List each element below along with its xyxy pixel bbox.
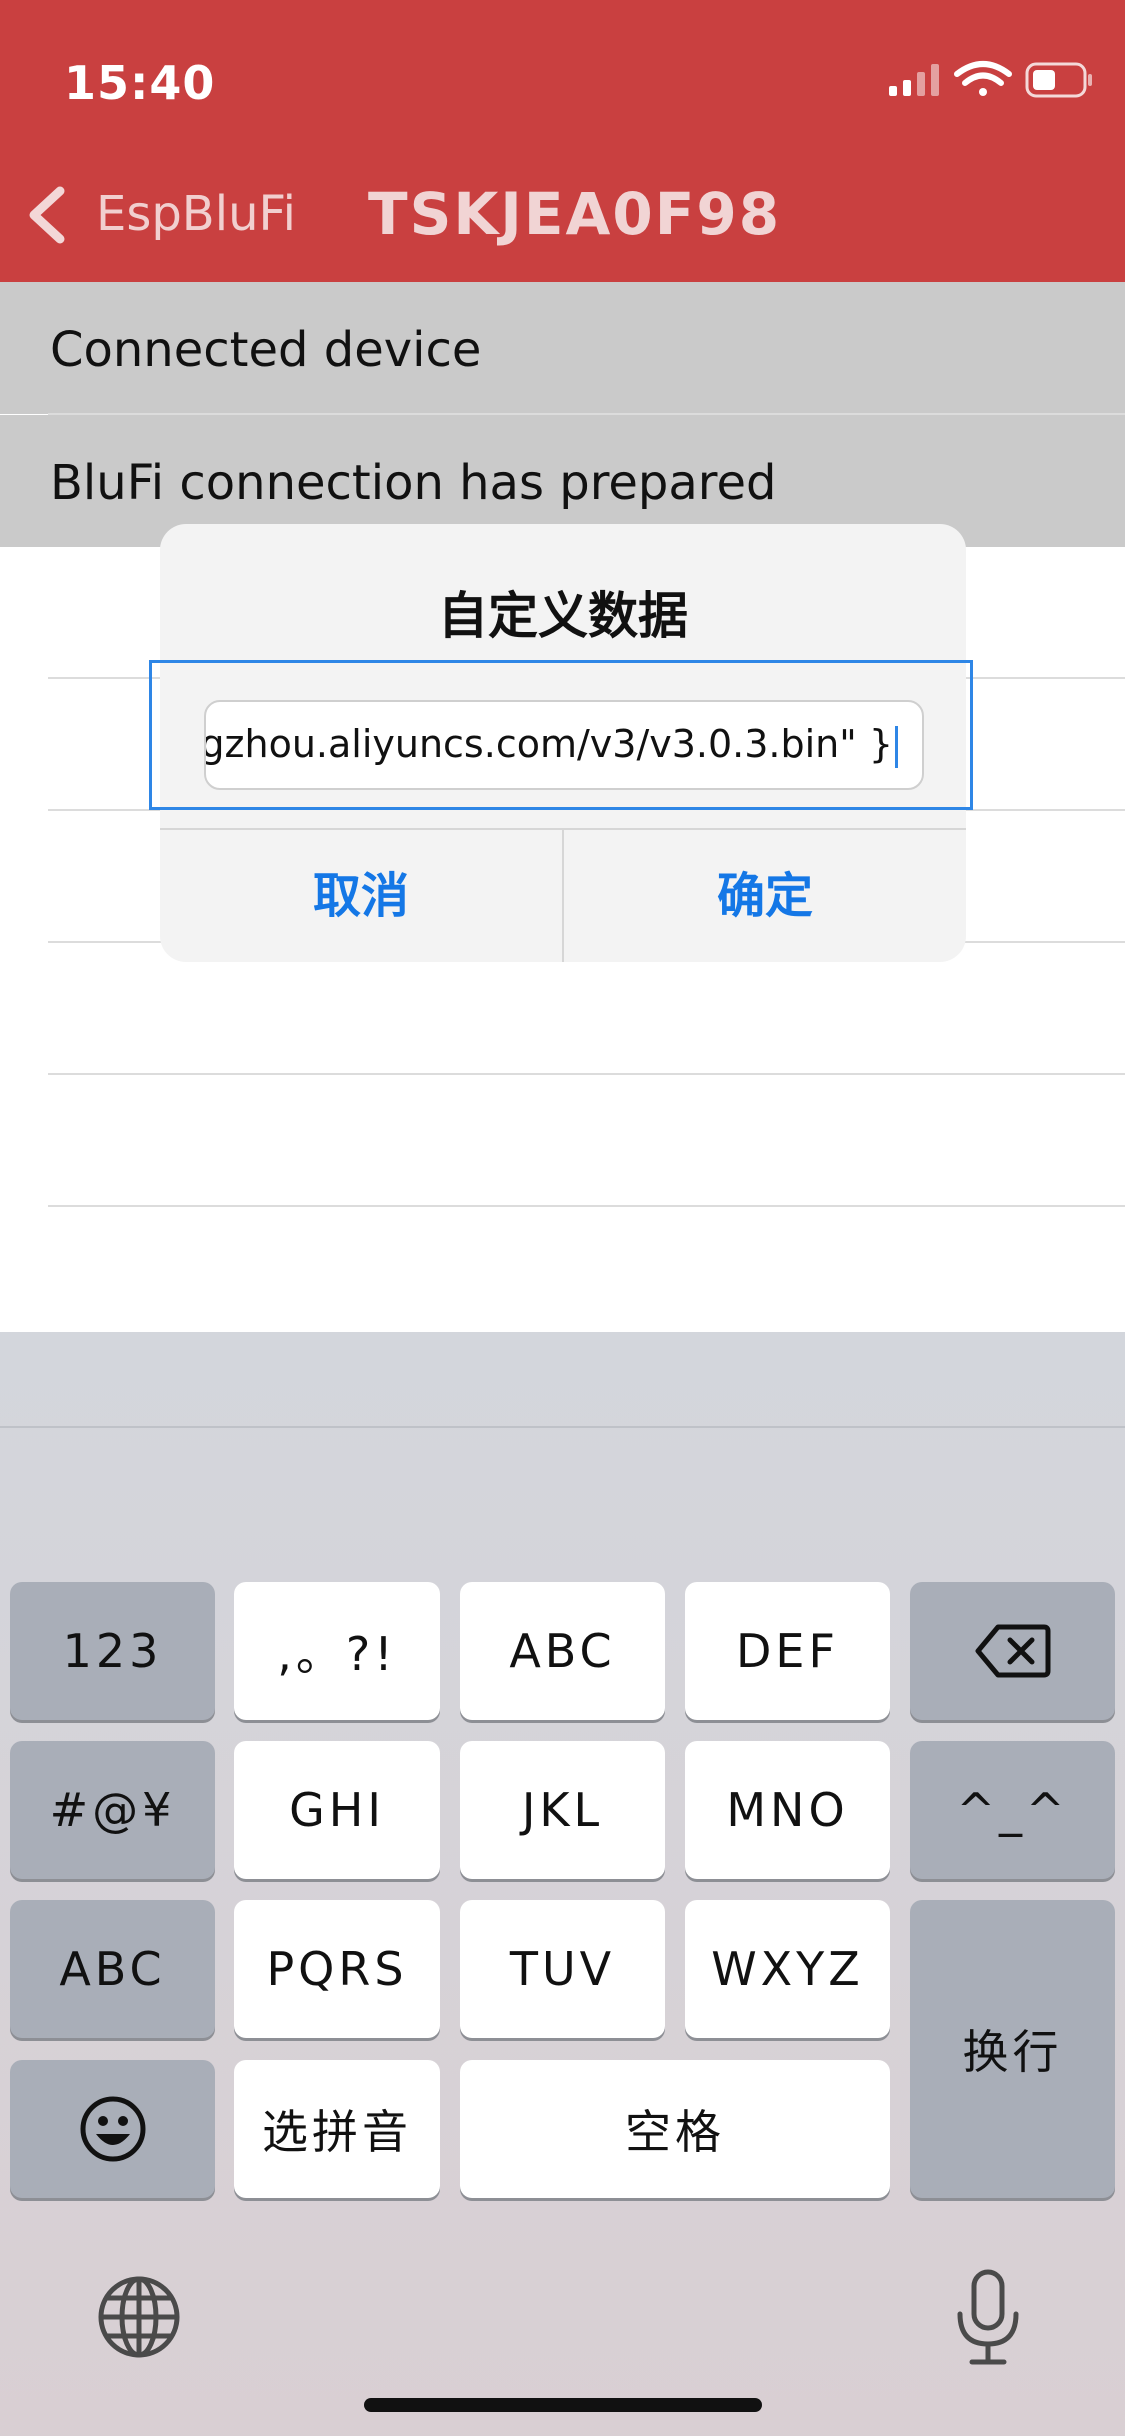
status-time: 15:40 xyxy=(64,56,216,110)
list-item-label: BluFi connection has prepared xyxy=(50,455,777,511)
text-caret xyxy=(895,725,898,768)
wifi-icon xyxy=(954,61,1012,96)
emoji-icon xyxy=(80,2096,145,2162)
emoji-key[interactable] xyxy=(10,2060,215,2198)
battery-icon xyxy=(1025,62,1092,98)
divider xyxy=(48,1073,1125,1075)
input-value: gzhou.aliyuncs.com/v3/v3.0.3.bin" } xyxy=(204,722,893,766)
key-pqrs[interactable]: PQRS xyxy=(234,1900,440,2038)
list-item: Connected device xyxy=(0,282,1125,414)
key-abc[interactable]: ABC xyxy=(460,1582,665,1720)
back-button[interactable]: EspBluFi xyxy=(96,186,296,242)
home-indicator[interactable] xyxy=(364,2398,762,2412)
key-wxyz[interactable]: WXYZ xyxy=(685,1900,890,2038)
key-abc-mode[interactable]: ABC xyxy=(10,1900,215,2038)
key-pinyin-select[interactable]: 选拼音 xyxy=(234,2060,440,2198)
key-ghi[interactable]: GHI xyxy=(234,1741,440,1879)
key-mno[interactable]: MNO xyxy=(685,1741,890,1879)
key-123[interactable]: 123 xyxy=(10,1582,215,1720)
key-jkl[interactable]: JKL xyxy=(460,1741,665,1879)
page-title: TSKJEA0F98 xyxy=(368,180,782,248)
keyboard: 123 ,。?! ABC DEF #@¥ GHI JKL MNO ^_^ ABC… xyxy=(0,1332,1125,2436)
delete-icon xyxy=(975,1624,1050,1678)
key-punctuation[interactable]: ,。?! xyxy=(234,1582,440,1720)
key-symbols[interactable]: #@¥ xyxy=(10,1741,215,1879)
status-icons xyxy=(889,61,1092,98)
space-key[interactable]: 空格 xyxy=(460,2060,890,2198)
list-item-label: Connected device xyxy=(50,322,482,378)
globe-icon[interactable] xyxy=(96,2274,182,2360)
divider xyxy=(48,1205,1125,1207)
confirm-button[interactable]: 确定 xyxy=(564,830,966,962)
dialog-title: 自定义数据 xyxy=(438,587,688,645)
microphone-icon[interactable] xyxy=(950,2268,1026,2368)
return-key[interactable]: 换行 xyxy=(910,1900,1115,2198)
key-tuv[interactable]: TUV xyxy=(460,1900,665,2038)
cellular-signal-icon xyxy=(889,64,939,96)
custom-data-input[interactable]: gzhou.aliyuncs.com/v3/v3.0.3.bin" } xyxy=(204,700,924,790)
key-emoticon[interactable]: ^_^ xyxy=(910,1741,1115,1879)
divider xyxy=(0,1426,1125,1428)
nav-bar: 15:40 EspBluFi TSKJEA0F98 xyxy=(0,0,1125,282)
cancel-button[interactable]: 取消 xyxy=(160,830,562,962)
key-def[interactable]: DEF xyxy=(685,1582,890,1720)
back-chevron-icon[interactable] xyxy=(22,185,70,245)
delete-key[interactable] xyxy=(910,1582,1115,1720)
custom-data-dialog: 自定义数据 gzhou.aliyuncs.com/v3/v3.0.3.bin" … xyxy=(149,524,973,962)
